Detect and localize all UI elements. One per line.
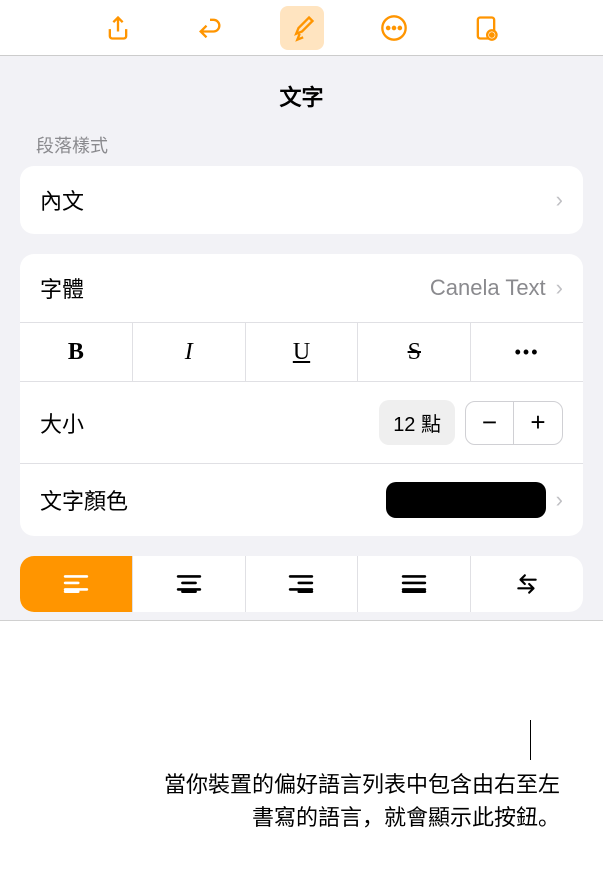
size-increase-button[interactable]: + bbox=[514, 402, 562, 444]
chevron-right-icon: › bbox=[556, 487, 563, 513]
size-decrease-button[interactable]: − bbox=[466, 402, 514, 444]
size-label: 大小 bbox=[40, 407, 379, 439]
paragraph-style-row[interactable]: 內文 › bbox=[20, 166, 583, 234]
callout-text: 當你裝置的偏好語言列表中包含由右至左書寫的語言，就會顯示此按鈕。 bbox=[160, 768, 560, 834]
align-center-button[interactable] bbox=[133, 556, 246, 612]
top-toolbar bbox=[0, 0, 603, 56]
size-value[interactable]: 12 點 bbox=[379, 400, 455, 445]
font-label: 字體 bbox=[40, 272, 430, 304]
bold-button[interactable]: B bbox=[20, 323, 133, 381]
format-brush-icon[interactable] bbox=[280, 6, 324, 50]
align-left-button[interactable] bbox=[20, 556, 133, 612]
format-panel: 文字 段落樣式 內文 › 字體 Canela Text › B I U S ••… bbox=[0, 56, 603, 621]
text-color-label: 文字顏色 bbox=[40, 484, 386, 516]
paragraph-style-label: 段落樣式 bbox=[0, 132, 603, 166]
color-swatch[interactable] bbox=[386, 482, 546, 518]
undo-icon[interactable] bbox=[188, 6, 232, 50]
document-settings-icon[interactable] bbox=[464, 6, 508, 50]
chevron-right-icon: › bbox=[556, 275, 563, 301]
align-right-button[interactable] bbox=[246, 556, 359, 612]
strikethrough-button[interactable]: S bbox=[358, 323, 471, 381]
callout-leader-line bbox=[530, 720, 531, 760]
more-styles-button[interactable]: ••• bbox=[471, 323, 583, 381]
underline-button[interactable]: U bbox=[246, 323, 359, 381]
italic-button[interactable]: I bbox=[133, 323, 246, 381]
alignment-card bbox=[20, 556, 583, 612]
text-direction-button[interactable] bbox=[471, 556, 583, 612]
text-format-card: 字體 Canela Text › B I U S ••• 大小 12 點 − +… bbox=[20, 254, 583, 536]
chevron-right-icon: › bbox=[556, 187, 563, 213]
text-color-row[interactable]: 文字顏色 › bbox=[20, 464, 583, 536]
more-icon[interactable] bbox=[372, 6, 416, 50]
paragraph-style-card: 內文 › bbox=[20, 166, 583, 234]
paragraph-style-value: 內文 bbox=[40, 184, 556, 216]
size-row: 大小 12 點 − + bbox=[20, 382, 583, 464]
panel-title: 文字 bbox=[0, 56, 603, 132]
text-style-row: B I U S ••• bbox=[20, 323, 583, 382]
size-stepper: − + bbox=[465, 401, 563, 445]
font-value: Canela Text bbox=[430, 275, 546, 301]
align-justify-button[interactable] bbox=[358, 556, 471, 612]
share-icon[interactable] bbox=[96, 6, 140, 50]
font-row[interactable]: 字體 Canela Text › bbox=[20, 254, 583, 323]
